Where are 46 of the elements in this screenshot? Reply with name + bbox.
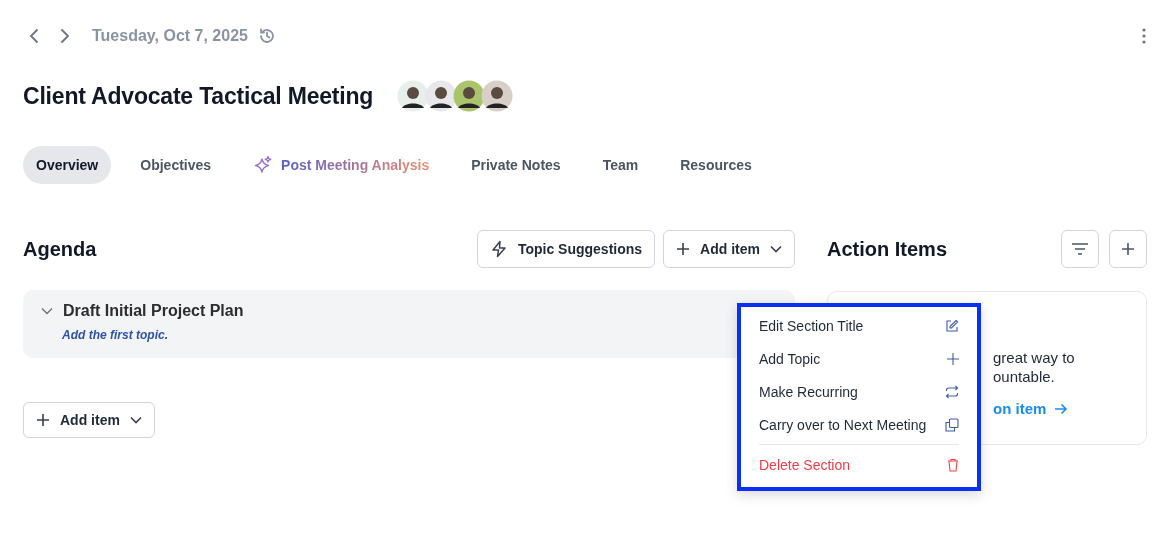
tab[interactable]: Private Notes bbox=[458, 146, 574, 184]
add-item-button[interactable]: Add item bbox=[23, 402, 155, 438]
tab[interactable]: Post Meeting Analysis bbox=[240, 144, 443, 186]
topic-suggestions-button[interactable]: Topic Suggestions bbox=[476, 230, 656, 268]
empty-state-text: ountable. bbox=[993, 367, 1056, 386]
menu-item[interactable]: Delete Section bbox=[741, 448, 977, 481]
add-button[interactable] bbox=[1109, 230, 1147, 268]
lightning-icon bbox=[489, 240, 508, 258]
back-icon[interactable] bbox=[29, 28, 39, 44]
filter-button[interactable] bbox=[1061, 230, 1099, 268]
add-item-button[interactable]: Add item bbox=[663, 230, 795, 268]
chevron-icon[interactable] bbox=[41, 307, 53, 315]
meeting-date: Tuesday, Oct 7, 2025 bbox=[92, 27, 248, 45]
tab[interactable]: Team bbox=[589, 146, 652, 184]
caret-icon bbox=[129, 416, 142, 424]
empty-state-text: great way to bbox=[993, 348, 1076, 367]
filter-icon bbox=[1071, 242, 1089, 256]
avatar[interactable] bbox=[481, 80, 514, 112]
history-icon[interactable] bbox=[257, 27, 276, 45]
avatar[interactable] bbox=[425, 80, 458, 112]
tab[interactable]: Objectives bbox=[127, 146, 225, 184]
plus-icon bbox=[676, 242, 691, 256]
menu-item[interactable]: Carry over to Next Meeting bbox=[741, 408, 977, 441]
tab[interactable]: Resources bbox=[667, 146, 765, 184]
avatar[interactable] bbox=[453, 80, 486, 112]
meeting-title: Client Advocate Tactical Meeting bbox=[23, 82, 374, 110]
edit-icon bbox=[945, 318, 959, 333]
caret-icon bbox=[770, 245, 782, 253]
more-icon[interactable] bbox=[1141, 27, 1147, 45]
trash-icon bbox=[947, 457, 959, 472]
avatar[interactable] bbox=[397, 80, 430, 112]
menu-item[interactable]: Edit Section Title bbox=[741, 309, 977, 342]
forward-icon[interactable] bbox=[60, 28, 70, 44]
plus-icon bbox=[1121, 242, 1135, 256]
section-title: Draft Initial Project Plan bbox=[63, 302, 244, 320]
sparkle-icon bbox=[253, 155, 274, 175]
agenda-heading: Agenda bbox=[23, 237, 97, 261]
menu-item[interactable]: Add Topic bbox=[741, 342, 977, 375]
repeat-icon bbox=[945, 384, 959, 399]
arrow-icon bbox=[1054, 402, 1069, 415]
plus-icon bbox=[947, 352, 959, 365]
action-items-heading: Action Items bbox=[827, 237, 948, 261]
plus-icon bbox=[36, 413, 50, 427]
tab[interactable]: Overview bbox=[23, 146, 112, 184]
menu-item[interactable]: Make Recurring bbox=[741, 375, 977, 408]
copy-icon bbox=[945, 417, 959, 432]
